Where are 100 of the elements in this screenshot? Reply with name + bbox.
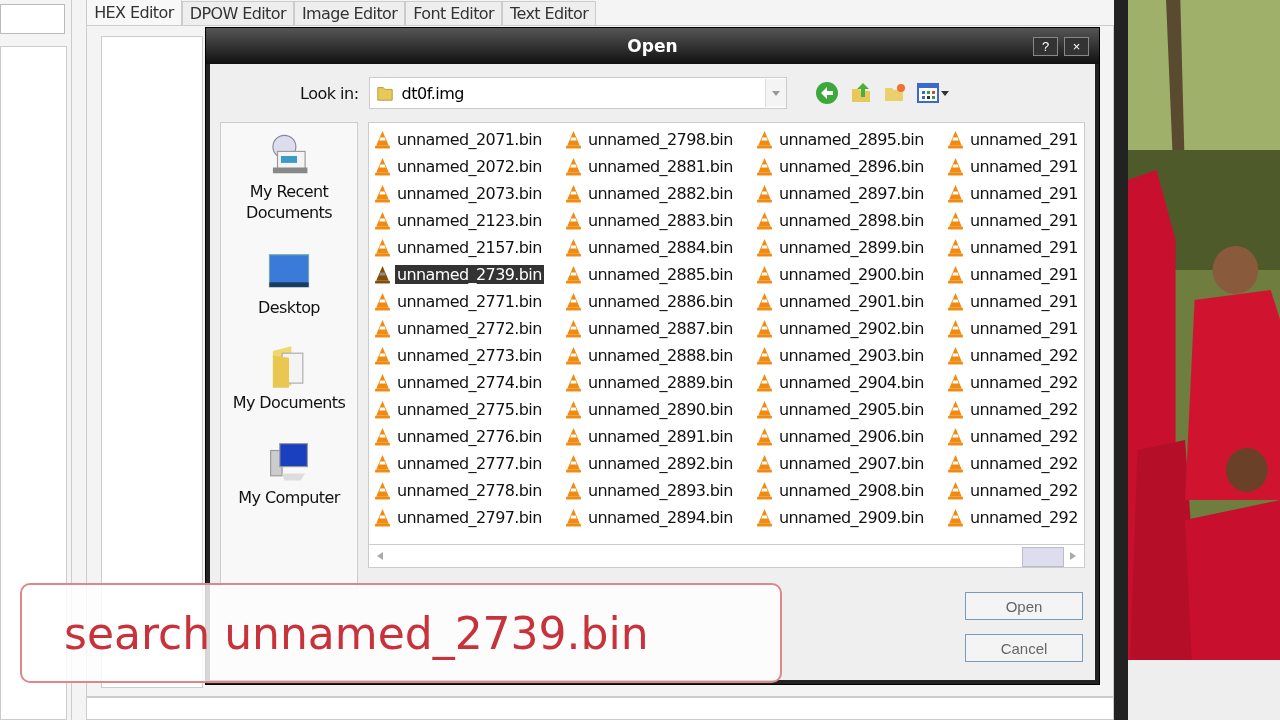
file-name[interactable]: unnamed_2797.bin bbox=[395, 508, 544, 527]
traffic-cone-icon bbox=[947, 292, 964, 311]
file-name[interactable]: unnamed_2904.bin bbox=[777, 373, 926, 392]
file-name[interactable]: unnamed_2739.bin bbox=[395, 265, 544, 284]
file-name[interactable]: unnamed_2906.bin bbox=[777, 427, 926, 446]
file-name[interactable]: unnamed_2884.bin bbox=[586, 238, 735, 257]
file-name[interactable]: unnamed_2905.bin bbox=[777, 400, 926, 419]
open-button[interactable]: Open bbox=[965, 592, 1083, 620]
traffic-cone-icon bbox=[756, 211, 773, 230]
scroll-right-icon[interactable] bbox=[1070, 552, 1076, 560]
traffic-cone-icon bbox=[756, 454, 773, 473]
file-name[interactable]: unnamed_291 bbox=[968, 157, 1080, 176]
file-name[interactable]: unnamed_292 bbox=[968, 373, 1080, 392]
traffic-cone-icon bbox=[756, 346, 773, 365]
file-name[interactable]: unnamed_2886.bin bbox=[586, 292, 735, 311]
file-name[interactable]: unnamed_2883.bin bbox=[586, 211, 735, 230]
file-name[interactable]: unnamed_291 bbox=[968, 319, 1080, 338]
traffic-cone-icon bbox=[756, 157, 773, 176]
file-name[interactable]: unnamed_292 bbox=[968, 346, 1080, 365]
traffic-cone-icon bbox=[374, 346, 391, 365]
editor-tab[interactable]: Font Editor bbox=[405, 1, 502, 25]
file-name[interactable]: unnamed_2773.bin bbox=[395, 346, 544, 365]
file-name[interactable]: unnamed_2776.bin bbox=[395, 427, 544, 446]
traffic-cone-icon bbox=[947, 508, 964, 527]
file-name[interactable]: unnamed_291 bbox=[968, 292, 1080, 311]
look-in-label: Look in: bbox=[300, 83, 359, 103]
file-name[interactable]: unnamed_2899.bin bbox=[777, 238, 926, 257]
file-name[interactable]: unnamed_2893.bin bbox=[586, 481, 735, 500]
look-in-dropdown[interactable]: dt0f.img bbox=[368, 77, 787, 109]
file-name[interactable]: unnamed_2908.bin bbox=[777, 481, 926, 500]
file-name[interactable]: unnamed_2909.bin bbox=[777, 508, 926, 527]
file-name[interactable]: unnamed_2777.bin bbox=[395, 454, 544, 473]
traffic-cone-icon bbox=[756, 427, 773, 446]
file-name[interactable]: unnamed_292 bbox=[968, 508, 1080, 527]
file-name[interactable]: unnamed_2897.bin bbox=[777, 184, 926, 203]
traffic-cone-icon bbox=[565, 481, 582, 500]
file-name[interactable]: unnamed_2774.bin bbox=[395, 373, 544, 392]
file-name[interactable]: unnamed_291 bbox=[968, 265, 1080, 284]
cancel-button[interactable]: Cancel bbox=[965, 634, 1083, 662]
file-name[interactable]: unnamed_2798.bin bbox=[586, 130, 735, 149]
traffic-cone-icon bbox=[756, 373, 773, 392]
file-name[interactable]: unnamed_2901.bin bbox=[777, 292, 926, 311]
file-name[interactable]: unnamed_2775.bin bbox=[395, 400, 544, 419]
place-item[interactable]: Desktop bbox=[224, 249, 354, 318]
file-name[interactable]: unnamed_2778.bin bbox=[395, 481, 544, 500]
editor-tab[interactable]: DPOW Editor bbox=[181, 1, 294, 25]
file-name[interactable]: unnamed_2772.bin bbox=[395, 319, 544, 338]
traffic-cone-icon bbox=[756, 292, 773, 311]
file-name[interactable]: unnamed_2157.bin bbox=[395, 238, 544, 257]
traffic-cone-icon bbox=[756, 265, 773, 284]
file-name[interactable]: unnamed_2892.bin bbox=[586, 454, 735, 473]
input-field[interactable] bbox=[0, 4, 66, 34]
traffic-cone-icon bbox=[947, 454, 964, 473]
scroll-thumb[interactable] bbox=[1022, 547, 1064, 567]
file-name[interactable]: unnamed_2881.bin bbox=[586, 157, 735, 176]
file-name[interactable]: unnamed_2887.bin bbox=[586, 319, 735, 338]
editor-tab[interactable]: Text Editor bbox=[502, 1, 597, 25]
file-name[interactable]: unnamed_2894.bin bbox=[586, 508, 735, 527]
file-name[interactable]: unnamed_2900.bin bbox=[777, 265, 926, 284]
help-button[interactable]: ? bbox=[1033, 36, 1058, 56]
file-name[interactable]: unnamed_291 bbox=[968, 130, 1080, 149]
file-name[interactable]: unnamed_2888.bin bbox=[586, 346, 735, 365]
file-name[interactable]: unnamed_2885.bin bbox=[586, 265, 735, 284]
file-name[interactable]: unnamed_292 bbox=[968, 454, 1080, 473]
place-item[interactable]: My Recent Documents bbox=[224, 133, 354, 223]
file-name[interactable]: unnamed_291 bbox=[968, 211, 1080, 230]
file-name[interactable]: unnamed_2903.bin bbox=[777, 346, 926, 365]
traffic-cone-icon bbox=[374, 400, 391, 419]
file-name[interactable]: unnamed_291 bbox=[968, 238, 1080, 257]
file-name[interactable]: unnamed_292 bbox=[968, 481, 1080, 500]
close-button[interactable]: × bbox=[1064, 36, 1089, 56]
traffic-cone-icon bbox=[947, 481, 964, 500]
file-name[interactable]: unnamed_292 bbox=[968, 427, 1080, 446]
file-name[interactable]: unnamed_2907.bin bbox=[777, 454, 926, 473]
place-item[interactable]: My Computer bbox=[224, 439, 354, 508]
traffic-cone-icon bbox=[565, 400, 582, 419]
file-name[interactable]: unnamed_2073.bin bbox=[395, 184, 544, 203]
file-name[interactable]: unnamed_2895.bin bbox=[777, 130, 926, 149]
horizontal-scrollbar[interactable] bbox=[368, 544, 1085, 568]
file-name[interactable]: unnamed_2902.bin bbox=[777, 319, 926, 338]
place-item[interactable]: My Documents bbox=[224, 344, 354, 413]
file-name[interactable]: unnamed_291 bbox=[968, 184, 1080, 203]
caret-icon bbox=[940, 90, 949, 96]
file-name[interactable]: unnamed_2072.bin bbox=[395, 157, 544, 176]
file-name[interactable]: unnamed_2890.bin bbox=[586, 400, 735, 419]
file-name[interactable]: unnamed_2771.bin bbox=[395, 292, 544, 311]
editor-tab[interactable]: HEX Editor bbox=[86, 0, 182, 25]
file-name[interactable]: unnamed_2123.bin bbox=[395, 211, 544, 230]
file-name[interactable]: unnamed_2891.bin bbox=[586, 427, 735, 446]
file-name[interactable]: unnamed_2071.bin bbox=[395, 130, 544, 149]
view-menu-button[interactable] bbox=[916, 83, 949, 103]
file-name[interactable]: unnamed_2896.bin bbox=[777, 157, 926, 176]
file-name[interactable]: unnamed_292 bbox=[968, 400, 1080, 419]
traffic-cone-icon bbox=[565, 211, 582, 230]
file-name[interactable]: unnamed_2882.bin bbox=[586, 184, 735, 203]
editor-tab[interactable]: Image Editor bbox=[293, 1, 406, 25]
scroll-left-icon[interactable] bbox=[377, 552, 383, 560]
dropdown-arrow-icon bbox=[771, 90, 780, 96]
file-name[interactable]: unnamed_2898.bin bbox=[777, 211, 926, 230]
file-name[interactable]: unnamed_2889.bin bbox=[586, 373, 735, 392]
